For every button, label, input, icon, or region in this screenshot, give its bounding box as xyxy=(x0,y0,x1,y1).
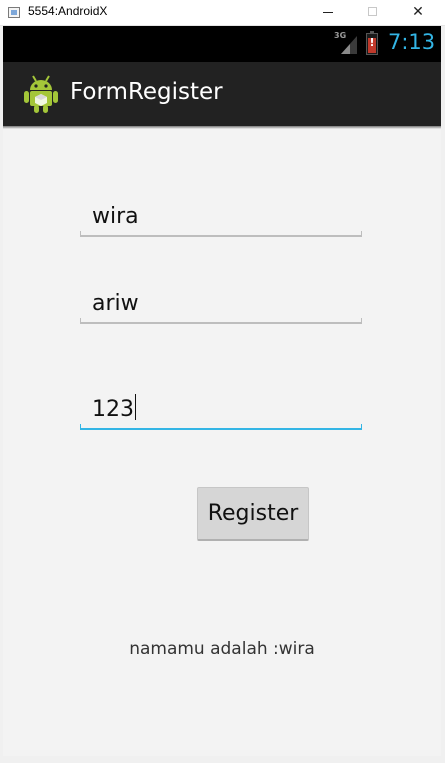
third-input-underline xyxy=(80,424,362,430)
minimize-icon xyxy=(323,12,333,13)
name-input-value: wira xyxy=(92,204,139,229)
signal-strength-icon xyxy=(341,36,357,54)
second-input-underline xyxy=(80,318,362,324)
minimize-button[interactable] xyxy=(305,0,351,26)
second-input-value: ariw xyxy=(92,291,139,316)
app-action-bar: FormRegister xyxy=(3,62,441,126)
emulator-app-icon xyxy=(8,7,20,18)
emulator-window-titlebar: 5554:AndroidX ✕ xyxy=(0,0,445,26)
maximize-button[interactable] xyxy=(350,0,396,26)
android-status-bar: 3G ! 7:13 xyxy=(3,26,441,62)
window-title: 5554:AndroidX xyxy=(28,4,108,18)
maximize-icon xyxy=(368,7,377,16)
status-clock: 7:13 xyxy=(388,30,436,54)
window-frame-bottom xyxy=(0,756,445,763)
register-button[interactable]: Register xyxy=(197,487,309,541)
close-button[interactable]: ✕ xyxy=(395,0,441,26)
battery-icon: ! xyxy=(366,31,378,55)
name-input[interactable]: wira xyxy=(80,197,362,237)
app-title: FormRegister xyxy=(70,79,223,105)
text-cursor xyxy=(135,394,136,420)
android-robot-icon[interactable] xyxy=(23,74,59,114)
third-input[interactable]: 123 xyxy=(80,390,362,430)
second-input[interactable]: ariw xyxy=(80,284,362,324)
battery-alert-icon: ! xyxy=(369,36,375,49)
third-input-value: 123 xyxy=(92,397,134,422)
window-frame-right xyxy=(441,26,445,763)
name-input-underline xyxy=(80,231,362,237)
form-content: wira ariw 123 Register namamu adalah :wi… xyxy=(3,129,441,756)
result-text: namamu adalah :wira xyxy=(129,639,315,659)
close-icon: ✕ xyxy=(412,4,424,20)
third-input-text: 123 xyxy=(92,394,136,422)
